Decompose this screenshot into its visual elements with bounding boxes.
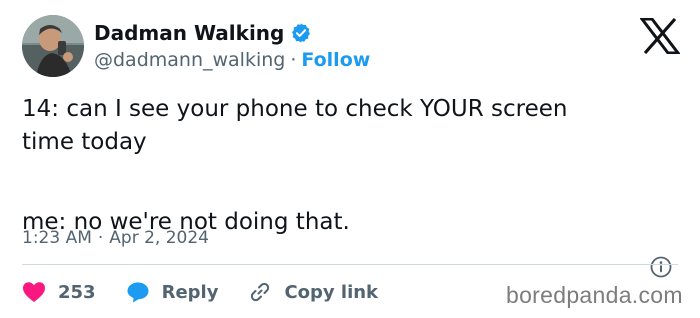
tweet-timestamp[interactable]: 1:23 AM · Apr 2, 2024 xyxy=(22,226,209,250)
tweet-text: 14: can I see your phone to check YOUR s… xyxy=(22,93,682,239)
like-button[interactable]: 253 xyxy=(22,281,96,303)
x-logo-icon[interactable] xyxy=(638,17,682,55)
author-display-name[interactable]: Dadman Walking xyxy=(94,21,284,45)
heart-icon xyxy=(23,282,45,302)
reply-button[interactable]: Reply xyxy=(126,281,219,303)
copy-link-label: Copy link xyxy=(284,281,379,303)
tweet-line: time today xyxy=(22,129,147,155)
tweet-line: 14: can I see your phone to check YOUR s… xyxy=(22,96,568,122)
author-handle-row: @dadmann_walking · Follow xyxy=(94,48,370,72)
timestamp-separator: · xyxy=(97,228,104,248)
copy-link-button[interactable]: Copy link xyxy=(248,280,378,304)
tweet-time: 1:23 AM xyxy=(22,228,92,248)
like-count: 253 xyxy=(58,281,96,303)
author-handle[interactable]: @dadmann_walking xyxy=(94,49,285,71)
avatar-image xyxy=(22,15,84,77)
divider xyxy=(22,264,678,265)
info-icon[interactable] xyxy=(650,256,672,278)
tweet-date: Apr 2, 2024 xyxy=(109,228,209,248)
link-icon xyxy=(251,282,270,302)
reply-label: Reply xyxy=(161,281,219,303)
reply-bubble-icon xyxy=(127,282,149,303)
author-name-row: Dadman Walking xyxy=(94,20,312,46)
watermark: boredpanda.com xyxy=(506,282,683,308)
avatar[interactable] xyxy=(22,15,84,77)
follow-button[interactable]: Follow xyxy=(301,49,370,71)
handle-separator: · xyxy=(290,49,297,71)
tweet-actions: 253 Reply Copy link xyxy=(22,277,408,307)
verified-badge-icon xyxy=(290,22,312,44)
